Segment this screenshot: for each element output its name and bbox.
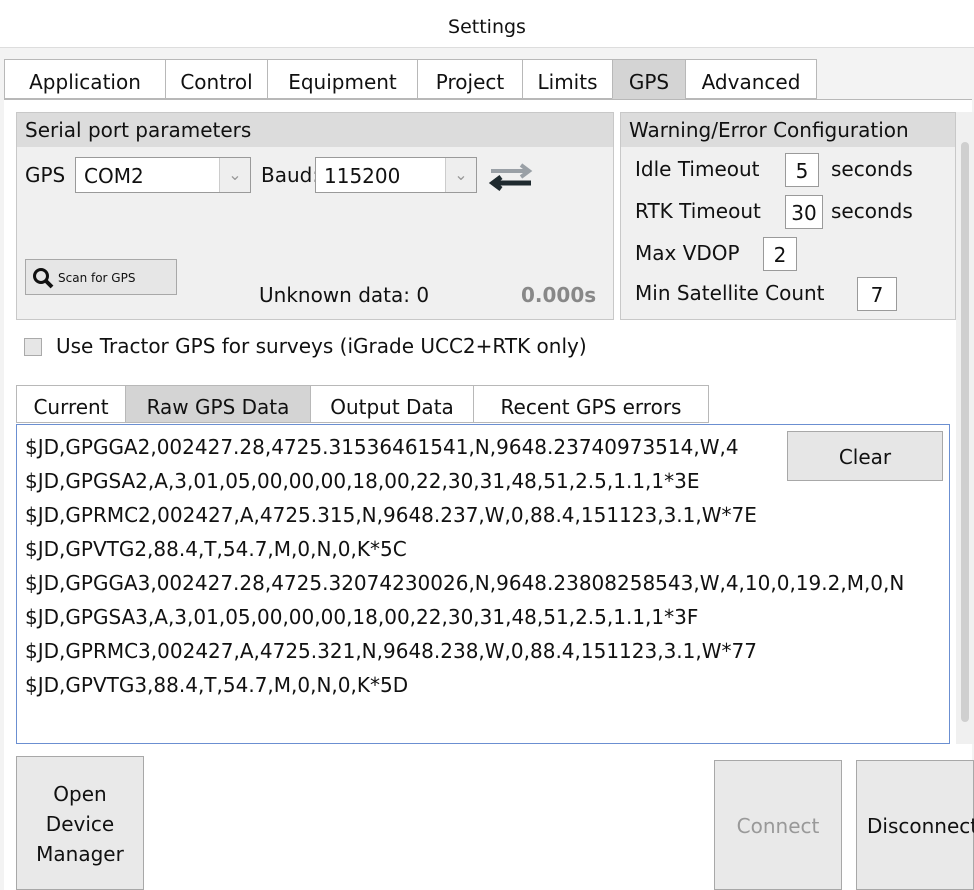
tab-project[interactable]: Project: [417, 59, 523, 99]
idle-timeout-unit: seconds: [831, 157, 913, 181]
min-satellite-count-label: Min Satellite Count: [635, 281, 825, 305]
panel-scrollbar[interactable]: [956, 112, 974, 744]
subtab-current[interactable]: Current: [16, 385, 126, 423]
clear-button[interactable]: Clear: [787, 431, 943, 481]
baud-value: 115200: [324, 164, 401, 188]
tab-gps[interactable]: GPS: [612, 59, 686, 99]
window-title: Settings: [0, 0, 974, 48]
log-line: $JD,GPVTG3,88.4,T,54.7,M,0,N,0,K*5D: [25, 673, 409, 697]
idle-timeout-label: Idle Timeout: [635, 157, 760, 181]
scan-for-gps-button[interactable]: Scan for GPS: [25, 259, 177, 295]
rate-text: 0.000s: [521, 283, 597, 307]
scan-for-gps-label: Scan for GPS: [58, 271, 136, 285]
raw-gps-data-log[interactable]: $JD,GPGGA2,002427.28,4725.31536461541,N,…: [16, 424, 950, 744]
gps-port-select[interactable]: COM2 ⌄: [75, 157, 251, 193]
use-tractor-gps-checkbox[interactable]: [24, 338, 42, 356]
rtk-timeout-input[interactable]: 30: [785, 195, 823, 229]
subtab-raw-gps-data[interactable]: Raw GPS Data: [125, 385, 311, 423]
tab-limits[interactable]: Limits: [522, 59, 613, 99]
unknown-data-text: Unknown data: 0: [259, 283, 430, 307]
log-line: $JD,GPRMC3,002427,A,4725.321,N,9648.238,…: [25, 639, 757, 663]
tab-equipment[interactable]: Equipment: [267, 59, 418, 99]
log-line: $JD,GPRMC2,002427,A,4725.315,N,9648.237,…: [25, 503, 757, 527]
log-line: $JD,GPGGA3,002427.28,4725.32074230026,N,…: [25, 571, 905, 595]
log-line: $JD,GPGSA3,A,3,01,05,00,00,00,18,00,22,3…: [25, 605, 699, 629]
baud-label: Baud:: [261, 163, 320, 187]
use-tractor-gps-label: Use Tractor GPS for surveys (iGrade UCC2…: [56, 334, 587, 358]
panel-scrollbar-thumb[interactable]: [961, 142, 969, 722]
log-line: $JD,GPGSA2,A,3,01,05,00,00,00,18,00,22,3…: [25, 469, 700, 493]
max-vdop-input[interactable]: 2: [763, 237, 797, 271]
swap-arrows-icon[interactable]: [487, 161, 535, 193]
rtk-timeout-unit: seconds: [831, 199, 913, 223]
search-icon: [33, 268, 54, 289]
subtab-output-data[interactable]: Output Data: [310, 385, 474, 423]
chevron-down-icon: ⌄: [219, 158, 250, 192]
tab-advanced[interactable]: Advanced: [685, 59, 817, 99]
chevron-down-icon: ⌄: [445, 158, 476, 192]
warning-error-group: Warning/Error Configuration Idle Timeout…: [620, 112, 956, 320]
serial-port-group: Serial port parameters GPS COM2 ⌄ Baud: …: [16, 112, 614, 320]
log-line: $JD,GPVTG2,88.4,T,54.7,M,0,N,0,K*5C: [25, 537, 407, 561]
baud-select[interactable]: 115200 ⌄: [315, 157, 477, 193]
gps-port-value: COM2: [84, 164, 144, 188]
settings-window: Settings Application Control Equipment P…: [0, 0, 974, 890]
log-line: $JD,GPGGA2,002427.28,4725.31536461541,N,…: [25, 435, 739, 459]
gps-port-label: GPS: [25, 163, 66, 187]
min-satellite-count-input[interactable]: 7: [857, 277, 897, 311]
open-device-manager-button[interactable]: Open Device Manager: [16, 756, 144, 890]
disconnect-button[interactable]: Disconnect: [856, 760, 974, 890]
connect-button[interactable]: Connect: [714, 760, 842, 890]
max-vdop-label: Max VDOP: [635, 241, 740, 265]
warning-error-header: Warning/Error Configuration: [621, 113, 955, 147]
serial-port-header: Serial port parameters: [17, 113, 613, 147]
tab-application[interactable]: Application: [4, 59, 166, 99]
rtk-timeout-label: RTK Timeout: [635, 199, 761, 223]
tab-control[interactable]: Control: [165, 59, 268, 99]
idle-timeout-input[interactable]: 5: [785, 153, 819, 187]
subtab-recent-gps-errors[interactable]: Recent GPS errors: [473, 385, 709, 423]
